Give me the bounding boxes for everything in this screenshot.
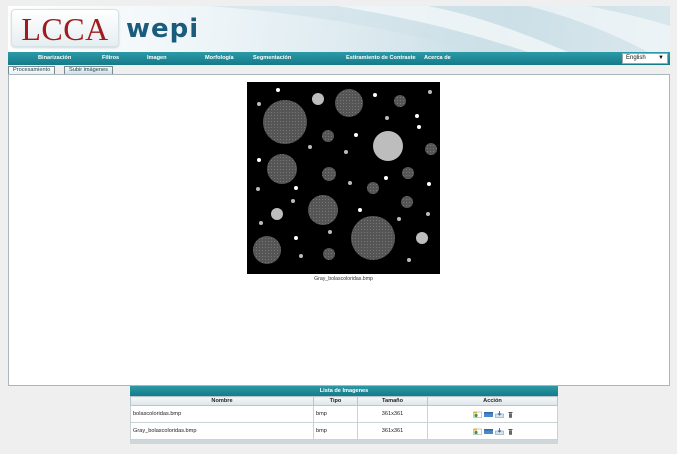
open-icon[interactable] (472, 411, 482, 418)
open-icon[interactable] (472, 428, 482, 435)
menu-acerca-de[interactable]: Acerca de (424, 52, 451, 65)
view-icon[interactable] (483, 428, 493, 435)
menu-segmentacion[interactable]: Segmentación (253, 52, 291, 65)
image-list-title: Lista de Imagenes (130, 386, 558, 396)
trash-icon[interactable] (506, 411, 515, 418)
row-type: bmp (313, 405, 358, 423)
table-row: bolascoloridas.bmp bmp 361x361 (130, 405, 558, 423)
tab-subir-imagenes[interactable]: Subir imágenes (64, 66, 113, 74)
header-banner: LCCA wepi (8, 6, 670, 52)
table-footer (130, 440, 558, 444)
menu-filtros[interactable]: Filtros (102, 52, 119, 65)
col-accion: Acción (427, 396, 558, 406)
language-value: English (626, 55, 646, 61)
page: LCCA wepi Binarización Filtros Imagen Mo… (0, 0, 677, 454)
chevron-down-icon: ▼ (658, 55, 664, 61)
image-list: Lista de Imagenes Nombre Tipo Tamaño Acc… (130, 386, 558, 444)
row-name: Gray_bolascoloridas.bmp (130, 422, 314, 440)
balls-image (247, 82, 440, 274)
lcca-logo: LCCA (11, 9, 119, 47)
menu-estiramiento-contraste[interactable]: Estiramiento de Contraste (346, 52, 416, 65)
menu-binarizacion[interactable]: Binarización (38, 52, 71, 65)
download-icon[interactable] (494, 427, 504, 435)
trash-icon[interactable] (506, 428, 515, 435)
row-size: 361x361 (357, 422, 428, 440)
menu-imagen[interactable]: Imagen (147, 52, 167, 65)
menu-morfologia[interactable]: Morfología (205, 52, 234, 65)
row-size: 361x361 (357, 405, 428, 423)
table-row: Gray_bolascoloridas.bmp bmp 361x361 (130, 422, 558, 440)
processed-image (247, 82, 440, 274)
row-type: bmp (313, 422, 358, 440)
col-tamano: Tamaño (357, 396, 428, 406)
row-actions (427, 422, 558, 440)
view-icon[interactable] (483, 411, 493, 418)
download-icon[interactable] (494, 410, 504, 418)
image-caption: Gray_bolascoloridas.bmp (314, 276, 373, 282)
menu-bar: Binarización Filtros Imagen Morfología S… (8, 52, 670, 65)
col-nombre: Nombre (130, 396, 314, 406)
image-table: Nombre Tipo Tamaño Acción bolascoloridas… (130, 396, 558, 440)
table-header-row: Nombre Tipo Tamaño Acción (130, 396, 558, 406)
row-name: bolascoloridas.bmp (130, 405, 314, 423)
language-select[interactable]: English ▼ (622, 53, 668, 64)
row-actions (427, 405, 558, 423)
wepi-logo: wepi (126, 14, 200, 44)
col-tipo: Tipo (313, 396, 358, 406)
tab-procesamiento[interactable]: Procesamiento (8, 66, 56, 74)
